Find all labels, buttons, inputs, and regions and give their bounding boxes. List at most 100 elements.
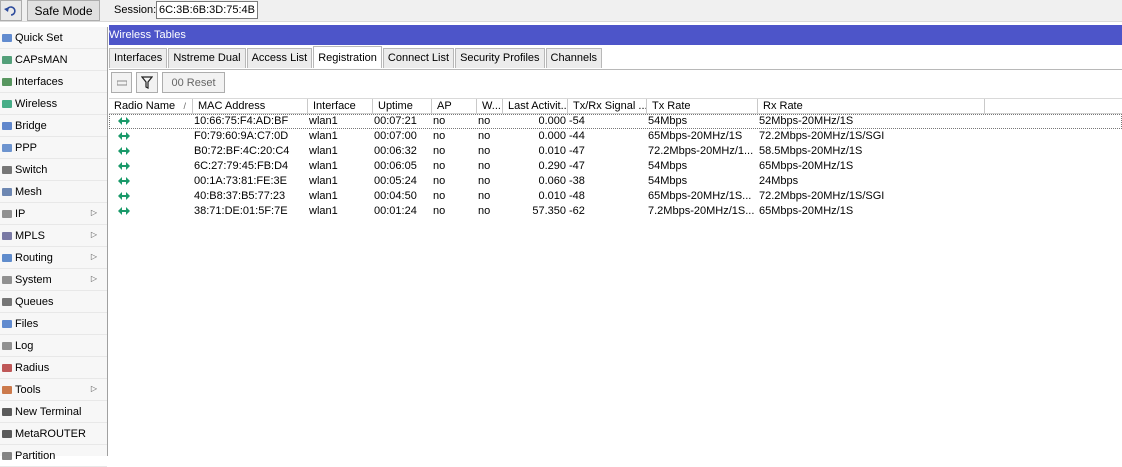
tab-security-profiles[interactable]: Security Profiles [455,48,545,68]
table-cell [109,189,193,204]
table-cell: 00:07:00 [374,130,417,142]
radio-link-icon [118,192,130,200]
sidebar-item-queues[interactable]: Queues [0,291,107,313]
tab-connect-list[interactable]: Connect List [382,48,455,68]
sidebar-item-metarouter[interactable]: MetaROUTER [0,423,107,445]
undo-icon [4,5,16,16]
table-row[interactable]: 6C:27:79:45:FB:D4 wlan1 00:06:05 no no 0.290-… [109,159,1122,174]
column-header[interactable]: Uptime [373,99,432,114]
radio-link-icon [118,132,130,140]
sidebar-item-interfaces[interactable]: Interfaces [0,71,107,93]
table-cell: 00:01:24 [374,205,417,217]
table-cell: wlan1 [309,160,338,172]
sidebar-item-switch[interactable]: Switch [0,159,107,181]
column-header[interactable]: Tx Rate [647,99,758,114]
tab-channels[interactable]: Channels [545,48,603,68]
sidebar-item-wireless[interactable]: Wireless [0,93,107,115]
wireless-icon [0,97,14,111]
submenu-arrow-icon: ▷ [90,384,97,393]
sidebar-item-label: Bridge [15,119,47,132]
table-cell: -38 [569,175,585,187]
table-cell: 24Mbps [759,175,799,187]
table-cell: 72.2Mbps-20MHz/1... [648,145,754,157]
wireless-tables-window: Wireless Tables Interfaces Nstreme Dual Ac… [109,25,1122,456]
sidebar-item-mpls[interactable]: MPLS ▷ [0,225,107,247]
column-header[interactable]: Last Activit... [503,99,568,114]
radio-link-icon [118,147,130,155]
column-header[interactable]: Rx Rate [758,99,985,114]
table-row[interactable]: 38:71:DE:01:5F:7E wlan1 00:01:24 no no 57.350… [109,204,1122,219]
tab-access-list[interactable]: Access List [246,48,313,68]
sidebar-item-new-terminal[interactable]: New Terminal [0,401,107,423]
table-row[interactable]: 10:66:75:F4:AD:BF wlan1 00:07:21 no no 0.000-… [109,114,1122,129]
table-cell: 54Mbps [648,115,688,127]
sidebar-item-files[interactable]: Files [0,313,107,335]
column-header[interactable]: Tx/Rx Signal ... [568,99,647,114]
column-header[interactable]: Interface [308,99,373,114]
safe-mode-button[interactable]: Safe Mode [27,0,100,21]
sidebar-item-label: System [15,273,52,286]
filter-button[interactable] [136,72,158,93]
sidebar-item-label: IP [15,207,26,220]
column-header[interactable]: Radio Name / [109,99,193,114]
column-header-label: Radio Name [114,100,176,112]
table-cell: no [478,115,491,127]
sidebar-item-label: Interfaces [15,75,64,88]
table-cell: no [478,205,491,217]
remove-button[interactable] [111,72,132,93]
bridge-icon [0,119,14,133]
table-cell: 65Mbps-20MHz/1S [759,160,854,172]
table-cell: wlan1 [309,130,338,142]
table-cell [109,144,193,159]
table-cell: 7.2Mbps-20MHz/1S... [648,205,755,217]
table-cell: wlan1 [309,190,338,202]
table-cell: 40:B8:37:B5:77:23 [194,190,286,202]
sidebar-item-bridge[interactable]: Bridge [0,115,107,137]
reset-button[interactable]: 00 Reset [162,72,225,93]
table-cell: no [433,145,446,157]
table-cell: -48 [569,190,585,202]
table-row[interactable]: F0:79:60:9A:C7:0D wlan1 00:07:00 no no 0.000-… [109,129,1122,144]
table-cell [109,114,193,129]
table-cell: no [433,130,446,142]
table-cell: no [433,190,446,202]
column-header[interactable]: MAC Address [193,99,308,114]
column-header-label: Tx Rate [652,100,691,112]
column-header[interactable]: W... [477,99,503,114]
session-label: Session: [114,4,157,16]
sidebar-item-ip[interactable]: IP ▷ [0,203,107,225]
table-cell: no [433,115,446,127]
sidebar-item-ppp[interactable]: PPP [0,137,107,159]
session-value[interactable]: 6C:3B:6B:3D:75:4B [156,1,259,19]
table-cell: 00:1A:73:81:FE:3E [194,175,287,187]
tab-divider [109,69,1122,70]
sidebar-item-system[interactable]: System ▷ [0,269,107,291]
sidebar-item-log[interactable]: Log [0,335,107,357]
sidebar-item-label: Log [15,339,34,352]
sidebar-item-routing[interactable]: Routing ▷ [0,247,107,269]
tab-nstreme-dual[interactable]: Nstreme Dual [168,48,246,68]
sidebar-item-partition[interactable]: Partition [0,445,107,467]
table-cell: -54 [569,115,585,127]
table-row[interactable]: 40:B8:37:B5:77:23 wlan1 00:04:50 no no 0.010-… [109,189,1122,204]
table-cell: -47 [569,145,585,157]
sidebar-item-label: Routing [15,251,53,264]
table-cell: 0.060 [538,175,566,187]
sidebar-item-capsman[interactable]: CAPsMAN [0,49,107,71]
sidebar-item-quick-set[interactable]: Quick Set [0,27,107,49]
tab-interfaces[interactable]: Interfaces [109,48,168,68]
switch-icon [0,163,14,177]
sidebar-item-radius[interactable]: Radius [0,357,107,379]
table-row[interactable]: 00:1A:73:81:FE:3E wlan1 00:05:24 no no 0.060-… [109,174,1122,189]
table-cell: 6C:27:79:45:FB:D4 [194,160,289,172]
sidebar-item-tools[interactable]: Tools ▷ [0,379,107,401]
tab-registration[interactable]: Registration [313,46,382,68]
undo-button[interactable] [0,0,22,21]
table-cell: 65Mbps-20MHz/1S [648,130,743,142]
sidebar-item-mesh[interactable]: Mesh [0,181,107,203]
system-icon [0,273,14,287]
column-header[interactable]: AP [432,99,477,114]
table-cell: 00:07:21 [374,115,417,127]
table-row[interactable]: B0:72:BF:4C:20:C4 wlan1 00:06:32 no no 0.010-… [109,144,1122,159]
capsman-icon [0,53,14,67]
